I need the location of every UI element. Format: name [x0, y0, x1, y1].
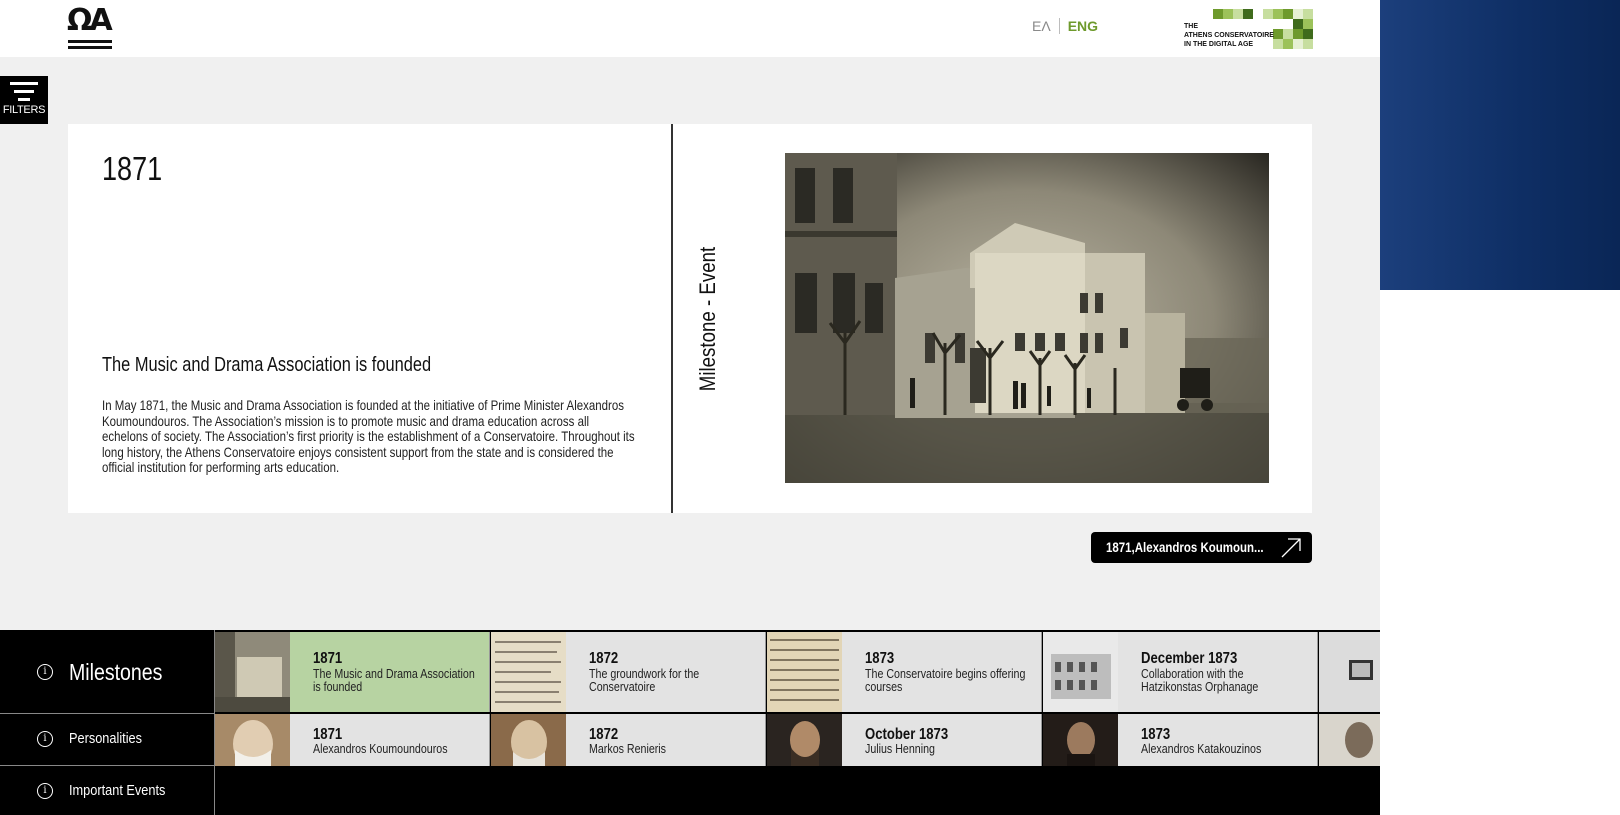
milestone-thumbnail: [1043, 632, 1118, 712]
personalities-row: 1871 Alexandros Koumoundouros 1872 Marko…: [215, 714, 1380, 766]
card-title: The Music and Drama Association is found…: [102, 354, 432, 376]
card-divider: [671, 124, 673, 513]
filters-button[interactable]: FILTERS: [0, 76, 48, 124]
personality-item[interactable]: [1319, 714, 1380, 766]
main-area: FILTERS 1871 The Music and Drama Associa…: [0, 57, 1380, 630]
filter-icon: [10, 82, 38, 106]
milestone-thumbnail: [1319, 632, 1380, 712]
milestone-thumbnail: [215, 632, 290, 712]
personality-item[interactable]: 1873 Alexandros Katakouzinos: [1043, 714, 1318, 766]
side-banner: [1380, 0, 1620, 290]
lang-separator: [1058, 18, 1060, 34]
category-milestones[interactable]: i Milestones: [0, 630, 214, 714]
milestone-item[interactable]: [1319, 632, 1380, 712]
lang-greek-link[interactable]: ΕΛ: [1032, 18, 1051, 34]
milestone-description: Collaboration with the Hatzikonstas Orph…: [1141, 666, 1259, 694]
photo-illustration: [785, 153, 1269, 483]
milestone-item[interactable]: 1872 The groundwork for the Conservatoir…: [491, 632, 766, 712]
personality-item[interactable]: 1872 Markos Renieris: [491, 714, 766, 766]
info-icon[interactable]: i: [37, 664, 53, 680]
personality-item[interactable]: October 1873 Julius Henning: [767, 714, 1042, 766]
info-icon[interactable]: i: [37, 731, 53, 747]
related-personality-link[interactable]: 1871,Alexandros Koumoun...: [1091, 532, 1312, 563]
card-description: In May 1871, the Music and Drama Associa…: [102, 397, 635, 475]
lang-english-link[interactable]: ENG: [1068, 18, 1098, 34]
personality-portrait: [1043, 714, 1118, 766]
milestone-item[interactable]: 1871 The Music and Drama Association is …: [215, 632, 490, 712]
site-logo[interactable]: ΩΑ: [67, 3, 115, 49]
milestone-thumbnail: [767, 632, 842, 712]
logo-text: ΩΑ: [67, 3, 113, 38]
personality-portrait: [1319, 714, 1380, 766]
personality-portrait: [491, 714, 566, 766]
brand-line-1: THE: [1184, 23, 1198, 30]
info-icon[interactable]: i: [37, 783, 53, 799]
project-logo[interactable]: THE ATHENS CONSERVATOIRE IN THE DIGITAL …: [1183, 9, 1313, 49]
related-link-label: 1871,Alexandros Koumoun...: [1106, 539, 1264, 555]
personality-name: Alexandros Koumoundouros: [313, 741, 448, 756]
milestone-description: The Music and Drama Association is found…: [313, 666, 475, 694]
personality-name: Markos Renieris: [589, 741, 667, 756]
personality-name: Alexandros Katakouzinos: [1141, 741, 1262, 756]
card-category-label: Milestone - Event: [695, 234, 721, 404]
milestone-item[interactable]: December 1873 Collaboration with the Hat…: [1043, 632, 1318, 712]
personality-portrait: [767, 714, 842, 766]
personality-name: Julius Henning: [865, 741, 935, 756]
project-logo-text: THE ATHENS CONSERVATOIRE IN THE DIGITAL …: [1184, 22, 1274, 49]
brand-line-2: ATHENS CONSERVATOIRE: [1184, 32, 1274, 39]
language-switcher: ΕΛ ENG: [1032, 18, 1098, 34]
milestones-row: 1871 The Music and Drama Association is …: [215, 632, 1380, 712]
category-label: Milestones: [69, 659, 163, 685]
card-year: 1871: [102, 150, 163, 187]
milestone-item[interactable]: 1873 The Conservatoire begins offering c…: [767, 632, 1042, 712]
personality-item[interactable]: 1871 Alexandros Koumoundouros: [215, 714, 490, 766]
milestone-description: The Conservatoire begins offering course…: [865, 666, 1026, 694]
category-important-events[interactable]: i Important Events: [0, 766, 214, 815]
filters-label: FILTERS: [2, 104, 46, 116]
category-personalities[interactable]: i Personalities: [0, 714, 214, 766]
milestone-thumbnail: [491, 632, 566, 712]
arrow-up-right-icon: [1281, 538, 1301, 558]
milestone-card: 1871 The Music and Drama Association is …: [68, 124, 1312, 513]
personality-portrait: [215, 714, 290, 766]
category-label: Personalities: [69, 730, 143, 747]
logo-bars: [68, 40, 112, 52]
timeline-panel: i Milestones i Personalities i Important…: [0, 630, 1380, 815]
brand-line-3: IN THE DIGITAL AGE: [1184, 41, 1254, 48]
category-label: Important Events: [69, 782, 166, 799]
header: ΩΑ ΕΛ ENG THE ATHENS CONSERVATOIRE IN TH…: [0, 0, 1380, 57]
historic-building-photo[interactable]: [785, 153, 1269, 483]
milestone-description: The groundwork for the Conservatoire: [589, 666, 700, 694]
card-category-text: Milestone - Event: [695, 246, 720, 392]
side-blank: [1380, 290, 1620, 815]
